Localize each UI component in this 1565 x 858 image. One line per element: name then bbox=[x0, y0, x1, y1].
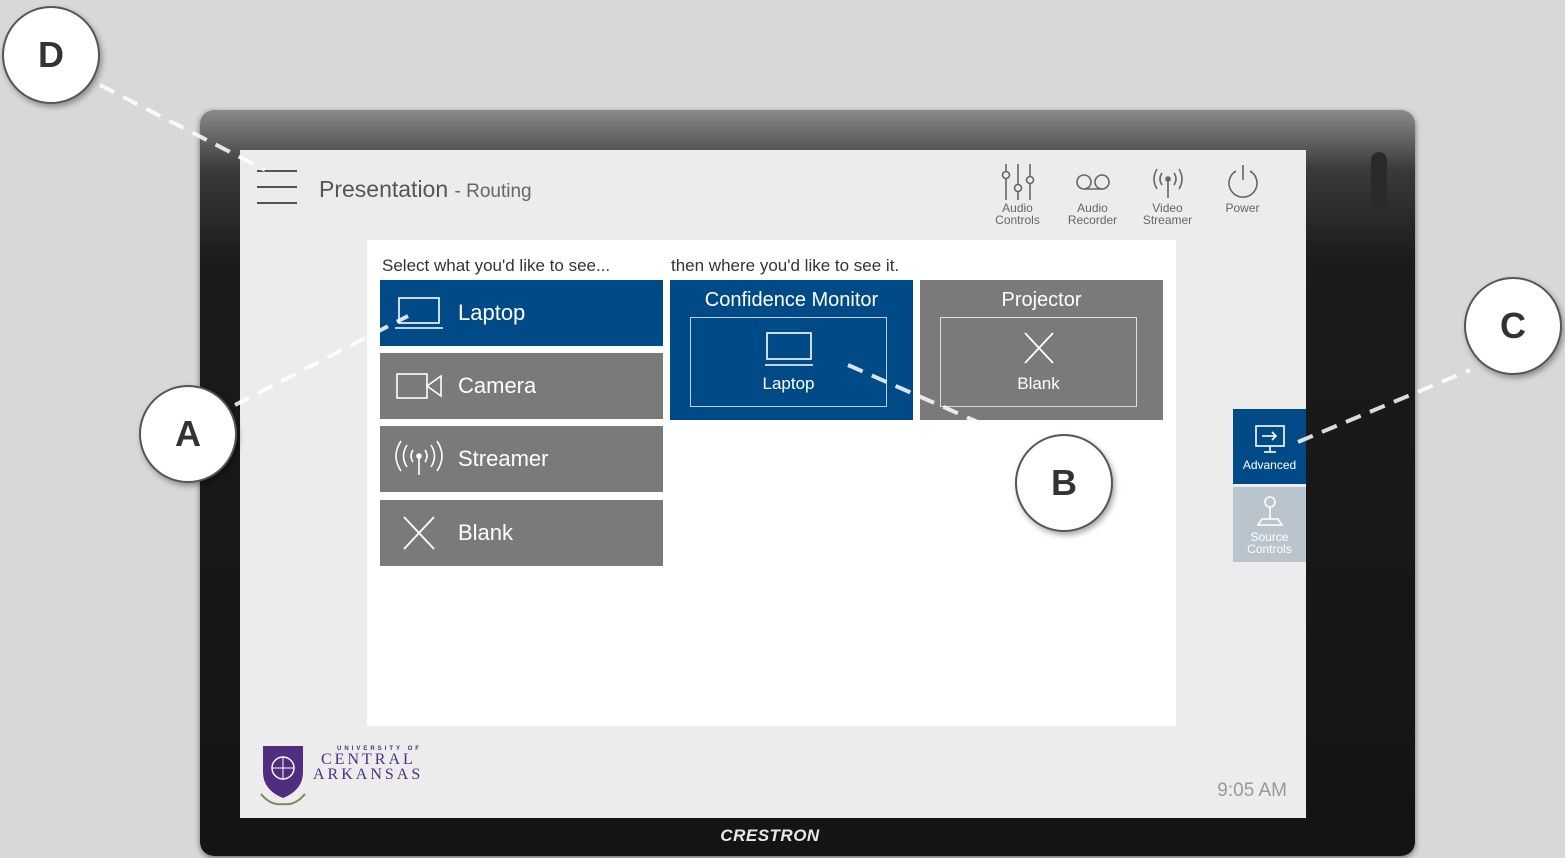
laptop-icon bbox=[395, 297, 443, 329]
source-camera-button[interactable]: Camera bbox=[380, 353, 663, 419]
audio-controls-label: Audio Controls bbox=[995, 201, 1040, 227]
broadcast-icon bbox=[1152, 168, 1183, 198]
voicemail-icon bbox=[1075, 174, 1110, 190]
source-label: Laptop bbox=[458, 300, 526, 325]
callout-b: B bbox=[1015, 434, 1113, 532]
power-button[interactable]: Power bbox=[1209, 162, 1276, 226]
audio-controls-button[interactable]: Audio Controls bbox=[984, 162, 1051, 226]
source-label: Camera bbox=[458, 373, 537, 398]
advanced-button[interactable]: Advanced bbox=[1233, 409, 1306, 484]
page-title-sub: - Routing bbox=[454, 181, 532, 202]
destination-current-label: Blank bbox=[1017, 374, 1060, 393]
laptop-icon bbox=[764, 332, 813, 366]
touch-panel-screen: Presentation - Routing Audio Controls Au… bbox=[240, 150, 1306, 818]
hamburger-menu-icon[interactable] bbox=[257, 168, 297, 206]
source-controls-label: Source Controls bbox=[1247, 529, 1292, 556]
page-title: Presentation - Routing bbox=[319, 176, 532, 203]
destination-confidence-monitor[interactable]: Confidence Monitor Laptop bbox=[670, 280, 913, 420]
source-blank-button[interactable]: Blank bbox=[380, 500, 663, 566]
camera-icon bbox=[396, 373, 442, 399]
broadcast-icon bbox=[395, 440, 443, 475]
destination-label: Projector bbox=[1001, 289, 1082, 311]
x-icon bbox=[1023, 332, 1054, 364]
device-brand: CRESTRON bbox=[720, 826, 820, 845]
bezel-sensor bbox=[1371, 152, 1387, 210]
source-label: Blank bbox=[458, 520, 514, 545]
destination-current-source: Blank bbox=[940, 317, 1137, 407]
source-laptop-button[interactable]: Laptop bbox=[380, 280, 663, 346]
video-streamer-label: Video Streamer bbox=[1142, 201, 1193, 227]
destination-label: Confidence Monitor bbox=[704, 289, 879, 311]
university-crest-icon bbox=[260, 746, 306, 806]
destination-current-source: Laptop bbox=[690, 317, 887, 407]
top-control-bar: Audio Controls Audio Recorder Video Stre… bbox=[984, 162, 1276, 226]
callout-d: D bbox=[2, 6, 100, 104]
destination-projector[interactable]: Projector Blank bbox=[920, 280, 1163, 420]
page-title-main: Presentation bbox=[319, 176, 449, 202]
university-wordmark: UNIVERSITY OF CENTRAL ARKANSAS bbox=[313, 746, 424, 783]
sliders-icon bbox=[1001, 164, 1034, 200]
advanced-label: Advanced bbox=[1242, 457, 1297, 472]
source-controls-button[interactable]: Source Controls bbox=[1233, 487, 1306, 562]
video-streamer-button[interactable]: Video Streamer bbox=[1134, 162, 1201, 226]
logo-line-3: ARKANSAS bbox=[313, 766, 424, 783]
callout-c: C bbox=[1464, 277, 1562, 375]
callout-a: A bbox=[139, 385, 237, 483]
source-streamer-button[interactable]: Streamer bbox=[380, 426, 663, 492]
x-icon bbox=[403, 516, 435, 550]
joystick-icon bbox=[1256, 495, 1283, 526]
university-logo: UNIVERSITY OF CENTRAL ARKANSAS bbox=[259, 742, 429, 810]
source-label: Streamer bbox=[458, 446, 549, 471]
destination-hint: then where you'd like to see it. bbox=[671, 256, 900, 275]
logo-line-2: CENTRAL bbox=[321, 751, 416, 768]
power-label: Power bbox=[1225, 201, 1260, 215]
audio-recorder-button[interactable]: Audio Recorder bbox=[1059, 162, 1126, 226]
display-arrow-icon bbox=[1254, 424, 1285, 453]
destination-current-label: Laptop bbox=[762, 374, 815, 393]
audio-recorder-label: Audio Recorder bbox=[1067, 201, 1118, 227]
source-hint: Select what you'd like to see... bbox=[382, 256, 611, 275]
power-icon bbox=[1227, 165, 1258, 198]
clock-display: 9:05 AM bbox=[1217, 780, 1287, 801]
